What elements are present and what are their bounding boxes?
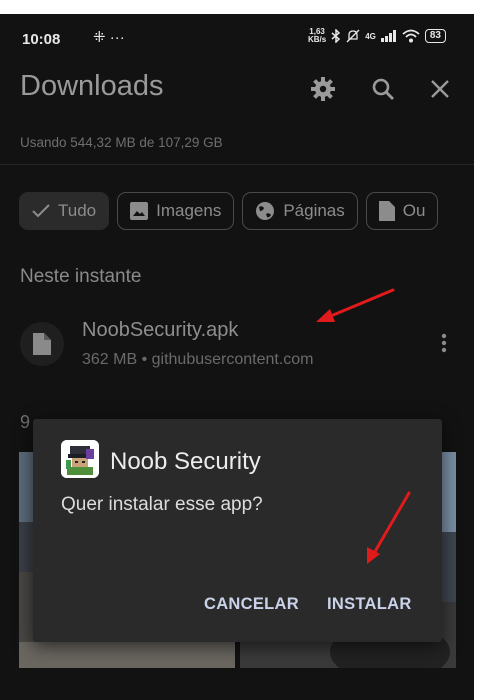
check-icon [32, 204, 50, 218]
image-icon [130, 202, 149, 220]
filter-chip-label: Ou [402, 201, 426, 220]
filter-chip-other[interactable]: Ou [365, 192, 439, 230]
cancel-button[interactable]: CANCELAR [204, 595, 299, 614]
document-icon [378, 201, 395, 221]
status-time: 10:08 [22, 31, 61, 48]
page-title: Downloads [20, 70, 164, 102]
wifi-icon [402, 29, 420, 43]
downloads-screen: 10:08 ⁜ ··· 1,63 KB/s 4G 83 Downloads Us… [0, 14, 474, 700]
app-icon [61, 440, 99, 478]
globe-icon [256, 202, 275, 220]
bluetooth-icon [331, 29, 341, 43]
section-header-now: Neste instante [20, 266, 142, 287]
battery-indicator: 83 [424, 29, 446, 43]
download-filename[interactable]: NoobSecurity.apk [82, 319, 238, 342]
close-icon[interactable] [423, 72, 457, 106]
filter-chip-label: Tudo [58, 201, 97, 220]
filter-chips: Tudo Imagens Páginas Ou [19, 192, 439, 230]
header-divider [0, 164, 474, 165]
file-icon [20, 322, 64, 366]
dialog-message: Quer instalar esse app? [61, 494, 263, 515]
filter-chip-label: Páginas [283, 201, 345, 220]
install-dialog: Noob Security Quer instalar esse app? CA… [33, 419, 442, 642]
settings-icon[interactable] [306, 72, 340, 106]
notification-icons: ⁜ ··· [93, 29, 125, 46]
filter-chip-images[interactable]: Imagens [117, 192, 235, 230]
status-bar: 10:08 ⁜ ··· 1,63 KB/s 4G 83 [0, 14, 474, 66]
mute-icon [346, 29, 360, 43]
date-group-header: 9 [20, 412, 31, 432]
search-icon[interactable] [366, 72, 400, 106]
install-button[interactable]: INSTALAR [327, 595, 412, 614]
network-speed: 1,63 KB/s [308, 28, 326, 44]
network-speed-unit: KB/s [307, 35, 327, 44]
status-indicators: 1,63 KB/s 4G 83 [308, 28, 446, 44]
signal-icon [380, 30, 396, 42]
storage-usage: Usando 544,32 MB de 107,29 GB [20, 135, 223, 150]
filter-chip-pages[interactable]: Páginas [242, 192, 358, 230]
more-options-icon[interactable] [433, 327, 455, 359]
download-meta: 362 MB • githubusercontent.com [82, 351, 314, 368]
filter-chip-label: Imagens [156, 201, 222, 220]
network-type: 4G [365, 31, 376, 41]
dialog-app-name: Noob Security [110, 448, 261, 475]
filter-chip-all[interactable]: Tudo [19, 192, 110, 230]
